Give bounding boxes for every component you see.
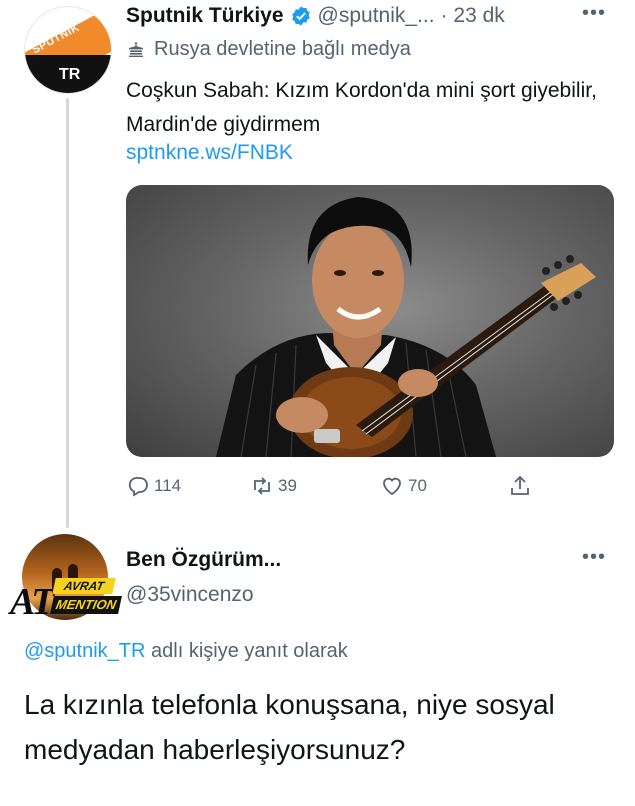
state-media-label[interactable]: Rusya devletine bağlı medya	[126, 38, 411, 61]
tweet-header: Sputnik Türkiye @sputnik_... · 23 dk	[126, 4, 505, 28]
badge-top-text: AVRAT	[52, 578, 116, 594]
state-media-label-text: Rusya devletine bağlı medya	[154, 38, 411, 60]
verified-badge-icon	[290, 5, 312, 27]
heart-icon	[383, 477, 401, 496]
reply-text: La kızınla telefonla konuşsana, niye sos…	[24, 689, 555, 765]
tweet-text: Coşkun Sabah: Kızım Kordon'da mini şort …	[126, 79, 597, 136]
badge-bottom-text: MENTION	[50, 596, 122, 614]
retweet-button[interactable]: 39	[250, 474, 297, 498]
photo-man-with-oud-illustration	[216, 197, 596, 457]
badge-main-text: AT	[10, 581, 54, 623]
thread-connector-line	[66, 98, 69, 528]
more-options-icon[interactable]: •••	[582, 2, 606, 25]
author-avatar[interactable]: SPUTNIK TR	[24, 6, 112, 94]
replying-to-mention[interactable]: @sputnik_TR	[24, 640, 145, 662]
tweet-actions-bar: 114 39 70	[126, 474, 606, 504]
more-options-icon[interactable]: •••	[582, 546, 606, 569]
reply-count: 114	[154, 476, 182, 495]
like-count: 70	[408, 476, 427, 495]
tweet-timestamp[interactable]: · 23 dk	[441, 4, 505, 28]
reply-icon	[128, 477, 148, 497]
author-handle[interactable]: @sputnik_...	[318, 4, 435, 28]
tweet-link[interactable]: sptnkne.ws/FNBK	[126, 141, 293, 165]
state-affiliated-flag-icon	[126, 40, 146, 60]
reply-author-handle[interactable]: @35vincenzo	[126, 583, 254, 607]
reply-author-name[interactable]: Ben Özgürüm...	[126, 548, 281, 572]
avatar-at-badge: AT AVRAT MENTION	[10, 574, 122, 623]
tweet-media-photo[interactable]	[126, 185, 614, 457]
retweet-icon	[254, 477, 270, 495]
avatar-region-text: TR	[59, 66, 81, 83]
retweet-count: 39	[278, 476, 297, 495]
reply-button[interactable]: 114	[126, 474, 181, 498]
share-icon	[511, 475, 529, 495]
replying-to-suffix: adlı kişiye yanıt olarak	[145, 640, 348, 662]
share-button[interactable]	[508, 474, 536, 498]
like-button[interactable]: 70	[380, 474, 427, 498]
author-name[interactable]: Sputnik Türkiye	[126, 4, 284, 28]
replying-to-line: @sputnik_TR adlı kişiye yanıt olarak	[24, 640, 348, 663]
